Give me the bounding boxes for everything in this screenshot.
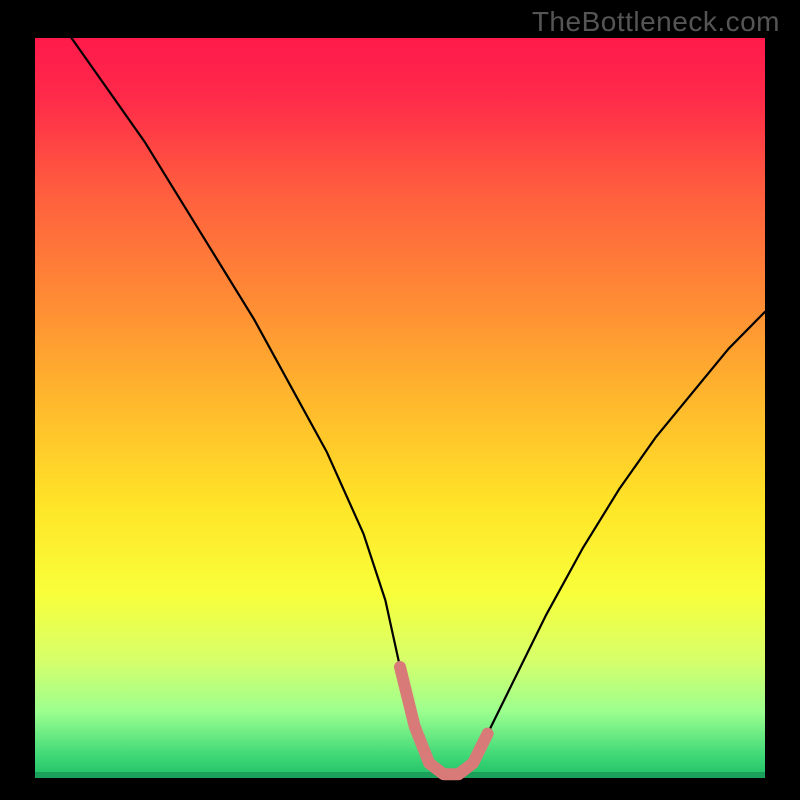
baseline-strip: [35, 772, 765, 778]
bottleneck-plot: [0, 0, 800, 800]
chart-frame: TheBottleneck.com: [0, 0, 800, 800]
